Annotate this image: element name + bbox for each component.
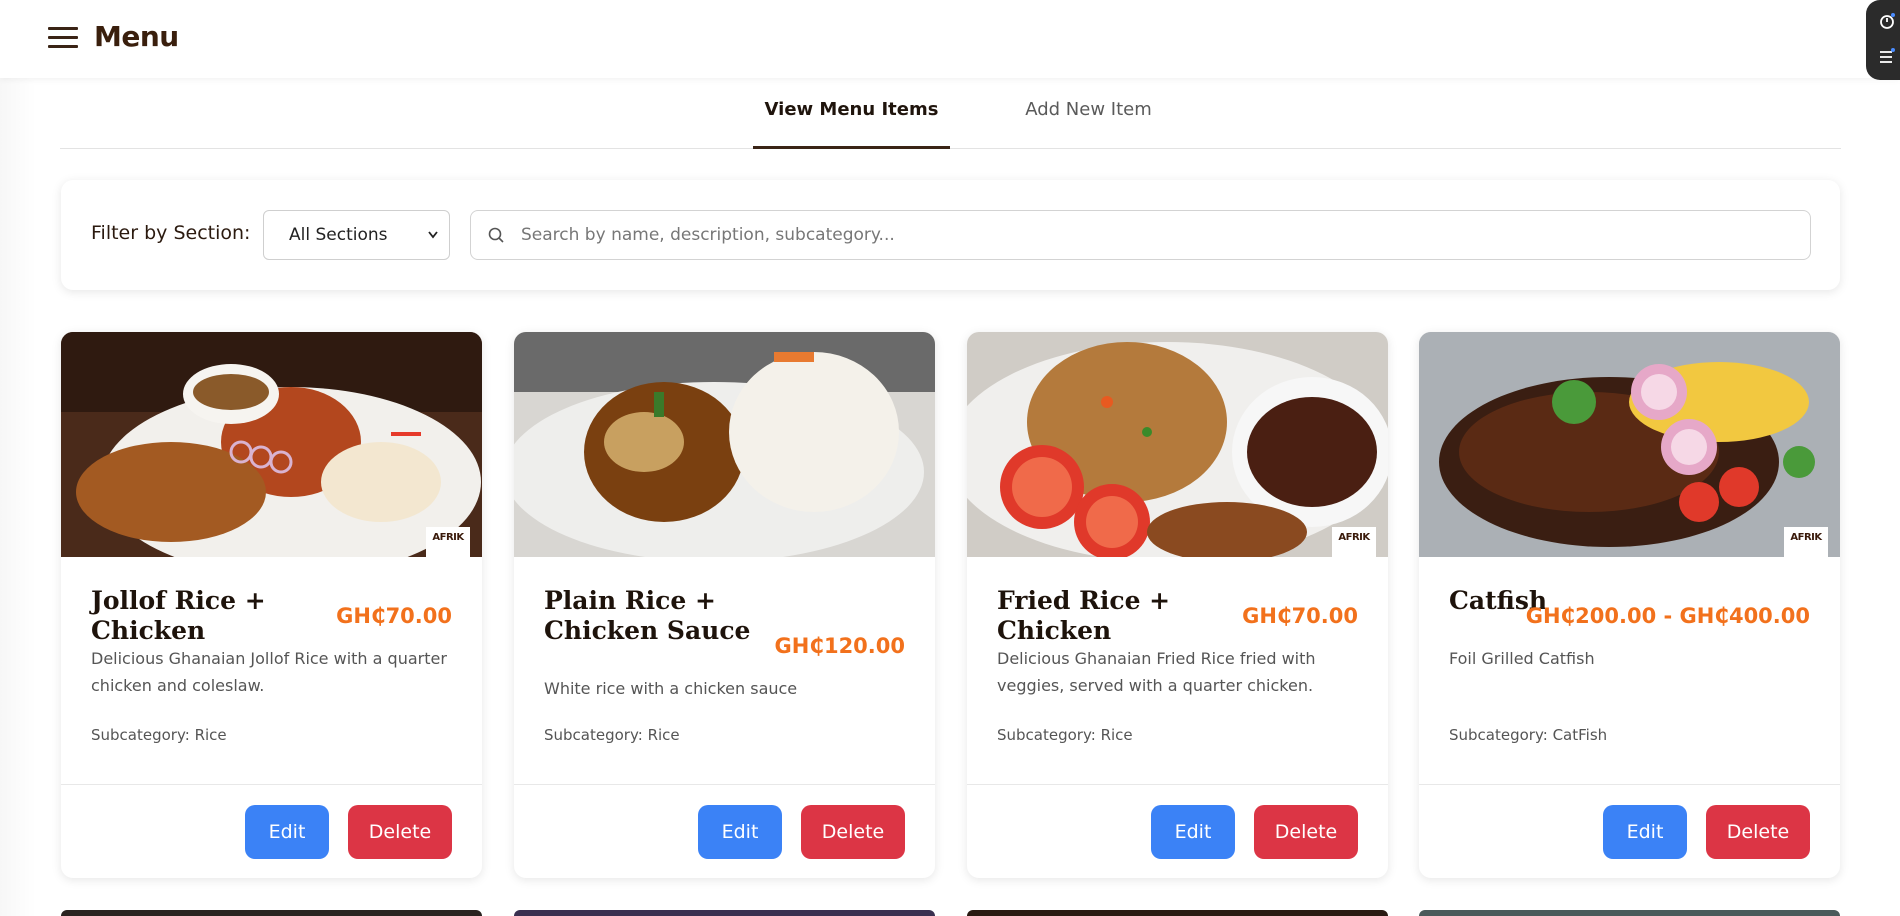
menu-item-description: Delicious Ghanaian Jollof Rice with a qu… — [91, 649, 447, 695]
menu-item-card-partial — [61, 910, 482, 916]
menu-item-price: GH₵200.00 - GH₵400.00 — [1525, 604, 1810, 628]
list-icon[interactable] — [1878, 47, 1896, 65]
edit-button[interactable]: Edit — [698, 805, 782, 859]
menu-item-title: Fried Rice + Chicken — [997, 586, 1171, 645]
edit-button[interactable]: Edit — [1151, 805, 1235, 859]
menu-item-subcategory: Subcategory: Rice — [997, 726, 1133, 744]
delete-button[interactable]: Delete — [801, 805, 905, 859]
card-divider — [1419, 784, 1840, 785]
tab-add-new-item[interactable]: Add New Item — [978, 86, 1199, 149]
menu-item-subcategory: Subcategory: CatFish — [1449, 726, 1608, 744]
menu-item-title: Jollof Rice + Chicken — [91, 586, 266, 645]
menu-item-card: AFRIK Fried Rice + Chicken GH₵70.00 Deli… — [967, 332, 1388, 878]
menu-item-image — [514, 332, 935, 557]
delete-button[interactable]: Delete — [1254, 805, 1358, 859]
menu-item-card: AFRIK Jollof Rice + Chicken GH₵70.00 Del… — [61, 332, 482, 878]
filter-label: Filter by Section: — [91, 222, 251, 244]
menu-item-card-partial — [1419, 910, 1840, 916]
delete-button[interactable]: Delete — [1706, 805, 1810, 859]
search-field[interactable] — [470, 210, 1811, 260]
card-divider — [61, 784, 482, 785]
menu-item-title: Plain Rice + Chicken Sauce — [544, 586, 751, 645]
brand-logo: AFRIK — [1332, 527, 1376, 557]
delete-button[interactable]: Delete — [348, 805, 452, 859]
edit-button[interactable]: Edit — [245, 805, 329, 859]
menu-item-price: GH₵70.00 — [1242, 604, 1358, 628]
chevron-down-icon — [427, 211, 439, 279]
card-divider — [514, 784, 935, 785]
menu-item-description: Foil Grilled Catfish — [1449, 649, 1595, 668]
timer-icon[interactable] — [1878, 12, 1896, 30]
menu-item-card-partial — [514, 910, 935, 916]
edit-button[interactable]: Edit — [1603, 805, 1687, 859]
filter-panel: Filter by Section: All Sections — [61, 180, 1840, 290]
tab-bar: View Menu Items Add New Item — [60, 86, 1841, 149]
page-edge-shadow — [0, 78, 36, 916]
floating-side-widget[interactable] — [1866, 0, 1900, 80]
search-input[interactable] — [521, 211, 1791, 259]
hamburger-menu-icon[interactable] — [48, 27, 78, 49]
menu-item-image — [1419, 332, 1840, 557]
card-divider — [967, 784, 1388, 785]
menu-item-price: GH₵70.00 — [336, 604, 452, 628]
top-bar: Menu — [0, 0, 1900, 78]
section-select[interactable]: All Sections — [263, 210, 450, 260]
page-title: Menu — [94, 20, 179, 53]
menu-item-subcategory: Subcategory: Rice — [544, 726, 680, 744]
menu-item-image — [61, 332, 482, 557]
menu-item-card: Plain Rice + Chicken Sauce GH₵120.00 Whi… — [514, 332, 935, 878]
menu-item-image — [967, 332, 1388, 557]
brand-logo: AFRIK — [426, 527, 470, 557]
tab-view-menu-items[interactable]: View Menu Items — [753, 86, 950, 149]
menu-item-subcategory: Subcategory: Rice — [91, 726, 227, 744]
menu-item-card-partial — [967, 910, 1388, 916]
section-select-value: All Sections — [289, 225, 388, 245]
menu-item-card: AFRIK Catfish GH₵200.00 - GH₵400.00 Foil… — [1419, 332, 1840, 878]
menu-item-description: White rice with a chicken sauce — [544, 679, 798, 698]
menu-item-price: GH₵120.00 — [774, 634, 905, 658]
brand-logo: AFRIK — [1784, 527, 1828, 557]
search-icon — [487, 226, 507, 246]
menu-item-description: Delicious Ghanaian Fried Rice fried with… — [997, 649, 1316, 695]
